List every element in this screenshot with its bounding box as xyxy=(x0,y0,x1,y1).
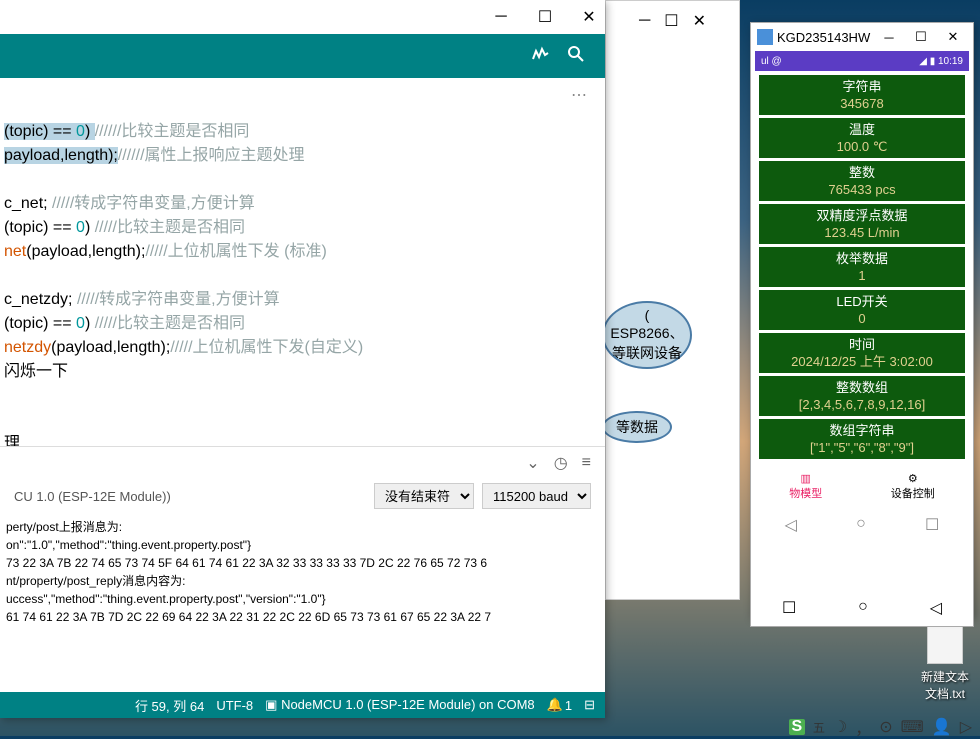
minimize-button[interactable]: ─ xyxy=(489,8,513,26)
arduino-toolbar xyxy=(0,34,605,78)
background-window: ─ ☐ ✕ ( ESP8266、 等联网设备 等数据 xyxy=(605,0,740,600)
close-button[interactable]: ✕ xyxy=(939,29,967,45)
moon-icon[interactable]: ☽ xyxy=(833,717,847,737)
tab-control[interactable]: ⚙设备控制 xyxy=(891,472,935,501)
comma-icon[interactable]: ， xyxy=(855,715,871,739)
more-icon[interactable]: ⋯ xyxy=(571,85,587,105)
data-card-integer: 整数765433 pcs xyxy=(759,161,965,201)
serial-line: nt/property/post_reply消息内容为: xyxy=(6,572,599,590)
keyboard-icon[interactable]: ⌨ xyxy=(901,717,924,737)
serial-line: 73 22 3A 7B 22 74 65 73 74 5F 64 61 74 6… xyxy=(6,554,599,572)
barcode-icon: ▥ xyxy=(789,472,822,485)
serial-line: on":"1.0","method":"thing.event.property… xyxy=(6,536,599,554)
close-button[interactable]: ✕ xyxy=(577,7,601,27)
sliders-icon: ⚙ xyxy=(891,472,935,485)
android-statusbar: ul @ ◢ ▮ 10:19 xyxy=(755,51,969,71)
emulator-back-button[interactable]: ◁ xyxy=(930,598,942,618)
data-card-led: LED开关0 xyxy=(759,290,965,330)
recents-button[interactable]: ☐ xyxy=(925,515,939,535)
arduino-statusbar: 行 59, 列 64 UTF-8 ▣ NodeMCU 1.0 (ESP-12E … xyxy=(0,692,605,718)
data-card-enum: 枚举数据1 xyxy=(759,247,965,287)
data-card-temperature: 温度100.0 ℃ xyxy=(759,118,965,158)
app-icon xyxy=(757,29,773,45)
system-tray: S 五 ☽ ， ⊙ ⌨ 👤 ▷ xyxy=(781,718,980,736)
close-button[interactable]: ✕ xyxy=(693,11,706,31)
diagram-node-esp: ( ESP8266、 等联网设备 xyxy=(602,301,692,369)
data-card-list[interactable]: 字符串345678 温度100.0 ℃ 整数765433 pcs 双精度浮点数据… xyxy=(755,71,969,466)
minimize-button[interactable]: ─ xyxy=(875,30,903,45)
line-ending-select[interactable]: 没有结束符 xyxy=(374,483,474,509)
ime-icon[interactable]: S xyxy=(789,719,805,735)
board-port-label: ▣ NodeMCU 1.0 (ESP-12E Module) on COM8 xyxy=(265,697,535,713)
back-button[interactable]: ◁ xyxy=(785,515,797,535)
android-screen: ul @ ◢ ▮ 10:19 字符串345678 温度100.0 ℃ 整数765… xyxy=(755,51,969,613)
serial-output[interactable]: perty/post上报消息为: on":"1.0","method":"thi… xyxy=(0,514,605,664)
encoding-label: UTF-8 xyxy=(216,698,253,713)
module-label: CU 1.0 (ESP-12E Module)) xyxy=(14,489,366,504)
data-card-string: 字符串345678 xyxy=(759,75,965,115)
android-emulator-window: KGD235143HW ─ ☐ ✕ ul @ ◢ ▮ 10:19 字符串3456… xyxy=(750,22,974,618)
serial-monitor-icon[interactable] xyxy=(567,45,585,68)
diagram-node-data: 等数据 xyxy=(602,411,672,443)
serial-panel-header: ⌄ ◷ ≡ xyxy=(0,446,605,478)
clock-icon[interactable]: ◷ xyxy=(554,453,568,473)
data-card-string-array: 数组字符串["1","5","6","8","9"] xyxy=(759,419,965,459)
maximize-button[interactable]: ☐ xyxy=(533,7,557,27)
cursor-position: 行 59, 列 64 xyxy=(135,696,204,715)
maximize-button[interactable]: ☐ xyxy=(664,11,678,31)
serial-controls: CU 1.0 (ESP-12E Module)) 没有结束符 115200 ba… xyxy=(0,478,605,514)
emulator-recents-button[interactable]: ☐ xyxy=(782,598,796,618)
app-bottom-tabs: ▥物模型 ⚙设备控制 xyxy=(755,466,969,507)
arduino-titlebar: ─ ☐ ✕ xyxy=(0,0,605,34)
baud-rate-select[interactable]: 115200 baud xyxy=(482,483,591,509)
emulator-outer-nav: ☐ ○ ◁ xyxy=(750,590,974,627)
circle-icon[interactable]: ⊙ xyxy=(879,717,892,737)
notification-badge[interactable]: 🔔 1 xyxy=(547,697,572,713)
data-card-time: 时间2024/12/25 上午 3:02:00 xyxy=(759,333,965,373)
android-inner-nav: ◁ ○ ☐ xyxy=(755,507,969,543)
serial-line: perty/post上报消息为: xyxy=(6,518,599,536)
file-name: 新建文本文档.txt xyxy=(916,668,974,702)
maximize-button[interactable]: ☐ xyxy=(907,29,935,45)
window-title: KGD235143HW xyxy=(777,30,871,45)
ime-label[interactable]: 五 xyxy=(813,719,825,736)
arduino-ide-window: ─ ☐ ✕ ⋯ (topic) == 0) //////比较主题是否相同 pay… xyxy=(0,0,605,718)
data-card-double: 双精度浮点数据123.45 L/min xyxy=(759,204,965,244)
close-panel-icon[interactable]: ⊟ xyxy=(584,697,595,713)
home-button[interactable]: ○ xyxy=(856,515,866,535)
emulator-home-button[interactable]: ○ xyxy=(858,598,868,618)
chevron-down-icon[interactable]: ⌄ xyxy=(526,453,539,473)
android-titlebar: KGD235143HW ─ ☐ ✕ xyxy=(751,23,973,51)
minimize-button[interactable]: ─ xyxy=(639,12,650,30)
serial-line: uccess","method":"thing.event.property.p… xyxy=(6,590,599,608)
list-icon[interactable]: ≡ xyxy=(582,454,591,472)
serial-plotter-icon[interactable] xyxy=(531,45,549,68)
desktop-file-txt[interactable]: 新建文本文档.txt xyxy=(916,620,974,702)
arduino-tabarea: ⋯ xyxy=(0,78,605,112)
serial-line: 61 74 61 22 3A 7B 7D 2C 22 69 64 22 3A 2… xyxy=(6,608,599,626)
data-card-int-array: 整数数组[2,3,4,5,6,7,8,9,12,16] xyxy=(759,376,965,416)
tab-model[interactable]: ▥物模型 xyxy=(789,472,822,501)
code-editor[interactable]: (topic) == 0) //////比较主题是否相同 payload,len… xyxy=(0,112,605,446)
person-icon[interactable]: 👤 xyxy=(932,717,952,737)
triangle-icon[interactable]: ▷ xyxy=(960,717,972,737)
